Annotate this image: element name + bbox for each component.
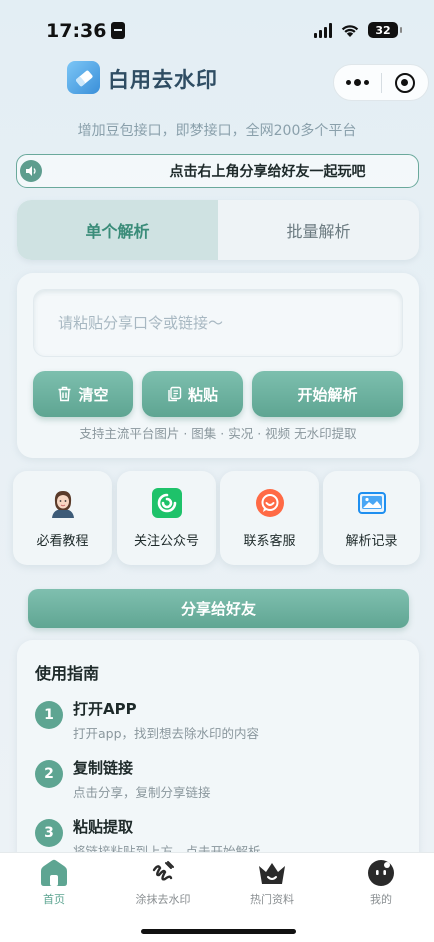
- nav-smear-watermark[interactable]: 涂抹去水印: [118, 859, 208, 907]
- nav-label: 涂抹去水印: [135, 893, 191, 906]
- step-number: 1: [35, 701, 63, 729]
- status-indicators: 32: [314, 22, 402, 38]
- step-number: 3: [35, 819, 63, 847]
- paste-button[interactable]: 粘贴: [142, 371, 243, 417]
- tab-batch-parse[interactable]: 批量解析: [218, 200, 419, 260]
- wifi-icon: [341, 25, 359, 37]
- speaker-icon: [20, 160, 42, 182]
- step-title: 打开APP: [73, 700, 137, 718]
- profile-icon: [366, 859, 396, 887]
- nav-label: 热门资料: [250, 893, 294, 906]
- battery-icon: 32: [368, 22, 402, 38]
- guide-title: 使用指南: [35, 664, 100, 683]
- step-title: 复制链接: [73, 759, 134, 777]
- customer-service-icon: [255, 488, 285, 518]
- battery-level: 32: [375, 23, 391, 37]
- crown-icon: [257, 859, 287, 887]
- quick-action-follow-official[interactable]: 关注公众号: [117, 471, 216, 565]
- share-to-friends-button[interactable]: 分享给好友: [28, 589, 409, 628]
- home-icon: [39, 859, 69, 887]
- step-description: 打开app，找到想去除水印的内容: [73, 726, 260, 741]
- quick-action-label: 关注公众号: [133, 534, 199, 549]
- share-link-input[interactable]: [33, 289, 403, 357]
- quick-action-label: 必看教程: [36, 534, 89, 549]
- tutorial-avatar-icon: [48, 488, 78, 518]
- status-time-text: 17:36: [46, 20, 107, 42]
- history-image-icon: [357, 488, 387, 518]
- step-description: 点击分享，复制分享链接: [73, 785, 211, 800]
- support-text: 支持主流平台图片 · 图集 · 实况 · 视频 无水印提取: [79, 426, 357, 441]
- paste-icon: [168, 386, 182, 402]
- status-time: 17:36: [46, 20, 126, 42]
- mini-program-capsule: [333, 64, 429, 101]
- notice-banner: 点击右上角分享给好友一起玩吧: [16, 154, 419, 188]
- app-title: 白用去水印: [108, 68, 218, 92]
- clear-button-label: 清空: [78, 385, 109, 404]
- wechat-official-icon: [151, 488, 182, 518]
- parse-mode-tabs: 单个解析 批量解析: [17, 200, 419, 260]
- app-logo-eraser-icon: [67, 61, 100, 94]
- nav-label: 首页: [43, 893, 65, 906]
- more-options-icon[interactable]: [334, 79, 381, 86]
- nav-home[interactable]: 首页: [9, 859, 99, 907]
- clear-button[interactable]: 清空: [33, 371, 133, 417]
- status-bar: 17:36 32: [0, 0, 434, 56]
- cellular-signal-icon: [314, 22, 332, 38]
- step-title: 粘贴提取: [73, 818, 134, 836]
- home-indicator: [141, 929, 296, 934]
- smear-icon: [148, 859, 178, 887]
- start-parse-button[interactable]: 开始解析: [252, 371, 403, 417]
- tab-single-parse[interactable]: 单个解析: [17, 200, 218, 260]
- quick-action-history[interactable]: 解析记录: [323, 471, 420, 565]
- notice-text: 点击右上角分享给好友一起玩吧: [169, 164, 366, 180]
- paste-button-label: 粘贴: [187, 385, 218, 404]
- quick-action-label: 解析记录: [345, 534, 398, 549]
- quick-action-customer-service[interactable]: 联系客服: [220, 471, 319, 565]
- nav-hot-materials[interactable]: 热门资料: [227, 859, 317, 907]
- parse-card: 清空 粘贴 开始解析 支持主流平台图片 · 图集 · 实况 · 视频 无水印提取: [17, 273, 419, 458]
- nav-profile[interactable]: 我的: [336, 859, 426, 907]
- nav-label: 我的: [370, 893, 392, 906]
- focus-mode-icon: [111, 22, 126, 39]
- subtitle: 增加豆包接口，即梦接口，全网200多个平台: [77, 123, 357, 139]
- close-mini-program-icon[interactable]: [381, 72, 428, 93]
- quick-action-tutorial[interactable]: 必看教程: [13, 471, 112, 565]
- trash-icon: [58, 386, 71, 402]
- step-number: 2: [35, 760, 63, 788]
- quick-action-label: 联系客服: [243, 534, 296, 549]
